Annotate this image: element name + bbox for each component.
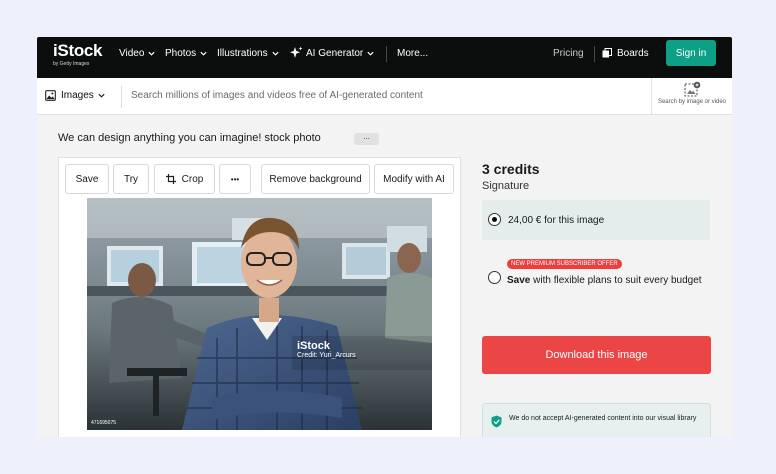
watermark-credit: Credit: Yuri_Arcurs: [297, 352, 356, 359]
search-bar: Images Search by image or video: [37, 78, 732, 115]
nav-pricing[interactable]: Pricing: [553, 46, 584, 60]
chevron-down-icon: [148, 51, 156, 56]
search-separator-2: [651, 78, 652, 115]
more-options-button[interactable]: •••: [219, 164, 251, 194]
top-nav: iStock by Getty Images Video Photos Illu…: [37, 37, 732, 78]
logo-text: iStock: [53, 41, 103, 60]
visual-search-label: Search by image or video: [657, 99, 727, 105]
media-type-label: Images: [61, 90, 94, 101]
logo-subtext: by Getty Images: [53, 61, 90, 67]
price-option-single[interactable]: 24,00 € for this image: [482, 200, 710, 240]
visual-search-button[interactable]: Search by image or video: [657, 81, 727, 105]
price-option-plan-bold: Save: [507, 275, 531, 286]
search-input[interactable]: [131, 90, 631, 101]
crop-icon: [165, 174, 176, 184]
browser-frame: iStock by Getty Images Video Photos Illu…: [37, 37, 732, 437]
download-button[interactable]: Download this image: [482, 336, 711, 374]
nav-divider: [386, 46, 387, 62]
stock-photo-image: [87, 198, 432, 430]
ai-content-notice-text: We do not accept AI-generated content in…: [509, 415, 697, 422]
nav-more-label: More...: [397, 47, 429, 59]
watermark-logo: iStock: [297, 340, 331, 352]
crop-button[interactable]: Crop: [154, 164, 215, 194]
stock-photo[interactable]: iStock Credit: Yuri_Arcurs 471695075: [87, 198, 432, 430]
nav-illustrations-label: Illustrations: [217, 47, 268, 59]
nav-photos-label: Photos: [165, 47, 197, 59]
offer-badge: NEW PREMIUM SUBSCRIBER OFFER: [507, 259, 622, 269]
license-tier: Signature: [482, 180, 530, 192]
nav-boards[interactable]: Boards: [602, 46, 649, 60]
istock-logo[interactable]: iStock by Getty Images: [53, 41, 103, 67]
credits-label: 3 credits: [482, 161, 540, 177]
price-option-plan-rest: with flexible plans to suit every budget: [530, 275, 702, 286]
chevron-down-icon: [367, 51, 374, 56]
chevron-down-icon: [98, 93, 105, 98]
sign-in-button[interactable]: Sign in: [666, 40, 716, 66]
title-more-button[interactable]: ...: [354, 133, 379, 145]
chevron-down-icon: [271, 51, 279, 56]
modify-with-ai-button[interactable]: Modify with AI: [374, 164, 454, 194]
watermark: iStock Credit: Yuri_Arcurs: [297, 340, 356, 359]
nav-ai-generator[interactable]: AI Generator: [289, 46, 375, 60]
price-option-plan-radio[interactable]: [488, 271, 501, 284]
nav-illustrations[interactable]: Illustrations: [217, 46, 280, 60]
nav-ai-generator-label: AI Generator: [306, 47, 364, 59]
remove-background-button[interactable]: Remove background: [261, 164, 370, 194]
asset-id: 471695075: [91, 420, 117, 426]
ai-content-notice: We do not accept AI-generated content in…: [482, 403, 711, 437]
nav-pricing-label: Pricing: [553, 47, 584, 59]
nav-video[interactable]: Video: [119, 46, 156, 60]
crop-label: Crop: [181, 173, 204, 185]
sparkle-icon: [290, 46, 303, 58]
boards-icon: [602, 48, 612, 58]
try-button[interactable]: Try: [113, 164, 149, 194]
nav-boards-label: Boards: [617, 47, 649, 59]
image-preview-panel: Save Try Crop ••• Remove background Modi…: [58, 157, 461, 437]
save-button[interactable]: Save: [65, 164, 109, 194]
image-icon: [45, 90, 56, 101]
search-separator: [121, 86, 122, 108]
camera-search-icon: [684, 81, 701, 97]
nav-divider-2: [594, 46, 595, 62]
nav-more[interactable]: More...: [397, 46, 428, 60]
chevron-down-icon: [200, 51, 207, 56]
price-option-single-radio[interactable]: [488, 213, 501, 226]
media-type-select[interactable]: Images: [45, 90, 106, 101]
page-title: We can design anything you can imagine! …: [58, 132, 321, 144]
price-option-single-label: 24,00 € for this image: [508, 215, 605, 226]
nav-photos[interactable]: Photos: [165, 46, 208, 60]
nav-video-label: Video: [119, 47, 145, 59]
price-option-plan-label[interactable]: Save with flexible plans to suit every b…: [507, 273, 707, 288]
shield-icon: [491, 415, 502, 428]
